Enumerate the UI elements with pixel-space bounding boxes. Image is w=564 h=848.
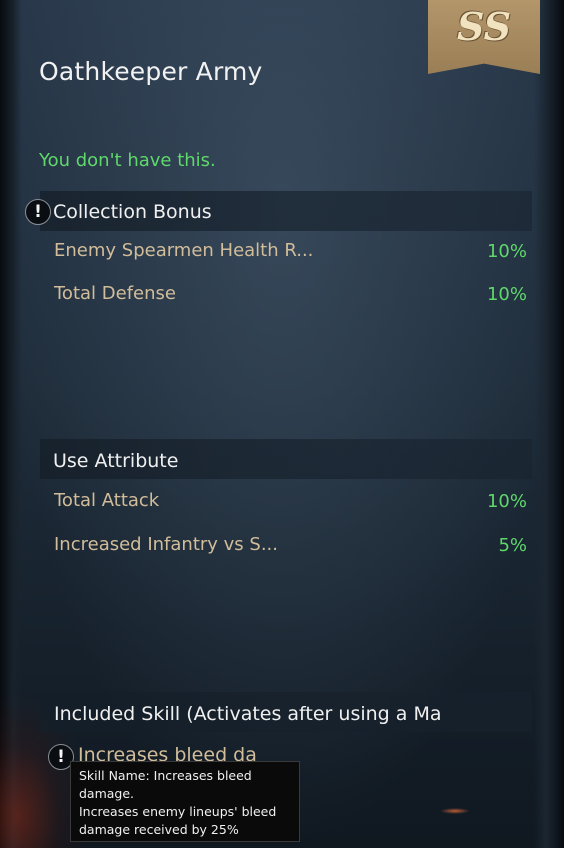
- use-attribute-row-1-value: 10%: [486, 491, 527, 512]
- use-attribute-label: Use Attribute: [53, 450, 179, 472]
- collection-bonus-row-2-value: 10%: [486, 284, 527, 305]
- skill-tooltip: Skill Name: Increases bleed damage. Incr…: [70, 761, 300, 842]
- use-attribute-row-2-label: Increased Infantry vs S...: [54, 534, 278, 555]
- ember-spark: [440, 808, 470, 814]
- collection-bonus-row-2-label: Total Defense: [54, 283, 176, 304]
- item-title: Oathkeeper Army: [39, 57, 263, 86]
- collection-bonus-row-1-value: 10%: [486, 241, 527, 262]
- included-skill-label: Included Skill (Activates after using a …: [54, 703, 442, 725]
- grade-badge: SS: [428, 0, 540, 74]
- ownership-status: You don't have this.: [39, 150, 216, 171]
- use-attribute-row-1-label: Total Attack: [54, 490, 160, 511]
- use-attribute-row-2-value: 5%: [498, 535, 527, 556]
- collection-bonus-label: Collection Bonus: [53, 201, 212, 223]
- collection-bonus-row-1-label: Enemy Spearmen Health R...: [54, 240, 314, 261]
- panel-right-border: [534, 0, 564, 848]
- collection-bonus-info-icon[interactable]: !: [25, 199, 51, 225]
- grade-badge-label: SS: [456, 4, 512, 49]
